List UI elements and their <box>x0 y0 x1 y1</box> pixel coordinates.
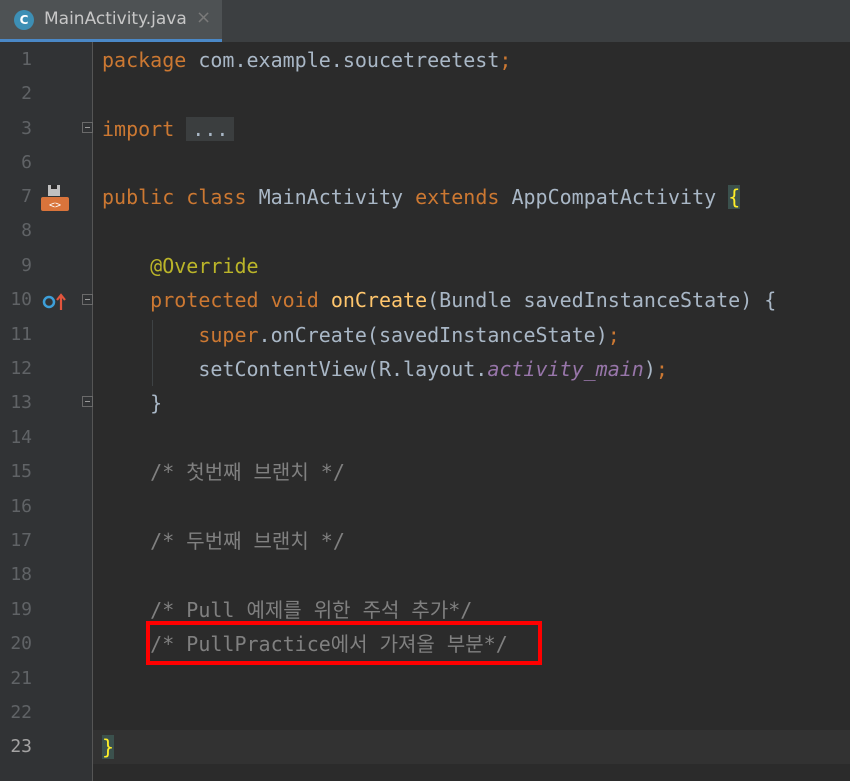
line-number: 20 <box>10 633 32 654</box>
keyword: super <box>198 323 259 347</box>
matched-brace: { <box>728 185 741 209</box>
matched-brace: } <box>102 735 115 759</box>
code-line-current: } <box>102 730 115 764</box>
keyword: class <box>186 185 247 209</box>
code-line: setContentView(R.layout.activity_main); <box>102 352 668 386</box>
package-name: com.example.soucetreetest <box>198 48 500 72</box>
code-line: protected void onCreate(Bundle savedInst… <box>102 283 776 317</box>
comment: /* 두번째 브랜치 */ <box>150 529 345 553</box>
fold-icon[interactable] <box>82 294 93 305</box>
current-line-highlight <box>93 730 850 764</box>
close-icon[interactable]: × <box>196 7 211 28</box>
code-line: @Override <box>102 249 259 283</box>
line-number: 8 <box>21 220 32 241</box>
comment: /* 첫번째 브랜치 */ <box>150 460 345 484</box>
line-number: 19 <box>10 599 32 620</box>
tab-label: MainActivity.java <box>44 9 187 29</box>
keyword: import <box>102 117 175 141</box>
line-number: 18 <box>10 564 32 585</box>
comment: /* Pull 예제를 위한 주석 추가*/ <box>150 598 473 622</box>
line-number: 22 <box>10 702 32 723</box>
red-highlight-box <box>146 621 542 665</box>
tab-mainactivity[interactable]: C MainActivity.java × <box>0 0 222 42</box>
paren: ) <box>643 357 656 381</box>
override-method-icon[interactable] <box>42 292 68 312</box>
closing-brace: } <box>150 391 163 415</box>
line-number: 12 <box>10 358 32 379</box>
line-number: 11 <box>10 324 32 345</box>
keyword: void <box>270 288 319 312</box>
line-number: 16 <box>10 496 32 517</box>
code-line: public class MainActivity extends AppCom… <box>102 180 741 214</box>
semicolon: ; <box>607 323 620 347</box>
annotation: @Override <box>150 254 259 278</box>
class-name: MainActivity <box>258 185 404 209</box>
keyword: package <box>102 48 187 72</box>
semicolon: ; <box>655 357 668 381</box>
line-number: 1 <box>21 49 32 70</box>
implemented-method-icon[interactable]: <> <box>40 184 70 212</box>
editor-tab-bar: C MainActivity.java × <box>0 0 850 42</box>
line-number: 7 <box>21 186 32 207</box>
line-number: 15 <box>10 461 32 482</box>
folded-imports[interactable]: ... <box>186 117 235 141</box>
fold-icon[interactable] <box>82 396 93 407</box>
method-name: onCreate <box>330 288 428 312</box>
method-call: setContentView(R.layout. <box>198 357 488 381</box>
line-number: 14 <box>10 427 32 448</box>
code-line: /* 두번째 브랜치 */ <box>102 524 345 558</box>
line-number: 9 <box>21 255 32 276</box>
parent-class-name: AppCompatActivity <box>511 185 717 209</box>
line-number: 3 <box>21 118 32 139</box>
method-call: .onCreate(savedInstanceState) <box>258 323 608 347</box>
static-field: activity_main <box>487 357 644 381</box>
line-number: 2 <box>21 83 32 104</box>
code-line: package com.example.soucetreetest; <box>102 43 511 77</box>
line-number: 10 <box>10 289 32 310</box>
method-params: (Bundle savedInstanceState) { <box>427 288 777 312</box>
line-number: 17 <box>10 530 32 551</box>
code-line: /* 첫번째 브랜치 */ <box>102 455 345 489</box>
code-line: super.onCreate(savedInstanceState); <box>102 318 620 352</box>
class-file-icon: C <box>14 10 34 30</box>
semicolon: ; <box>499 48 512 72</box>
line-number-current: 23 <box>10 736 32 757</box>
line-number: 13 <box>10 392 32 413</box>
code-line: import ... <box>102 112 235 146</box>
keyword: public <box>102 185 175 209</box>
svg-text:<>: <> <box>49 200 61 211</box>
line-number: 21 <box>10 668 32 689</box>
line-number: 6 <box>21 152 32 173</box>
code-line: } <box>102 386 162 420</box>
keyword: protected <box>150 288 259 312</box>
keyword: extends <box>415 185 500 209</box>
fold-icon[interactable] <box>82 122 93 133</box>
